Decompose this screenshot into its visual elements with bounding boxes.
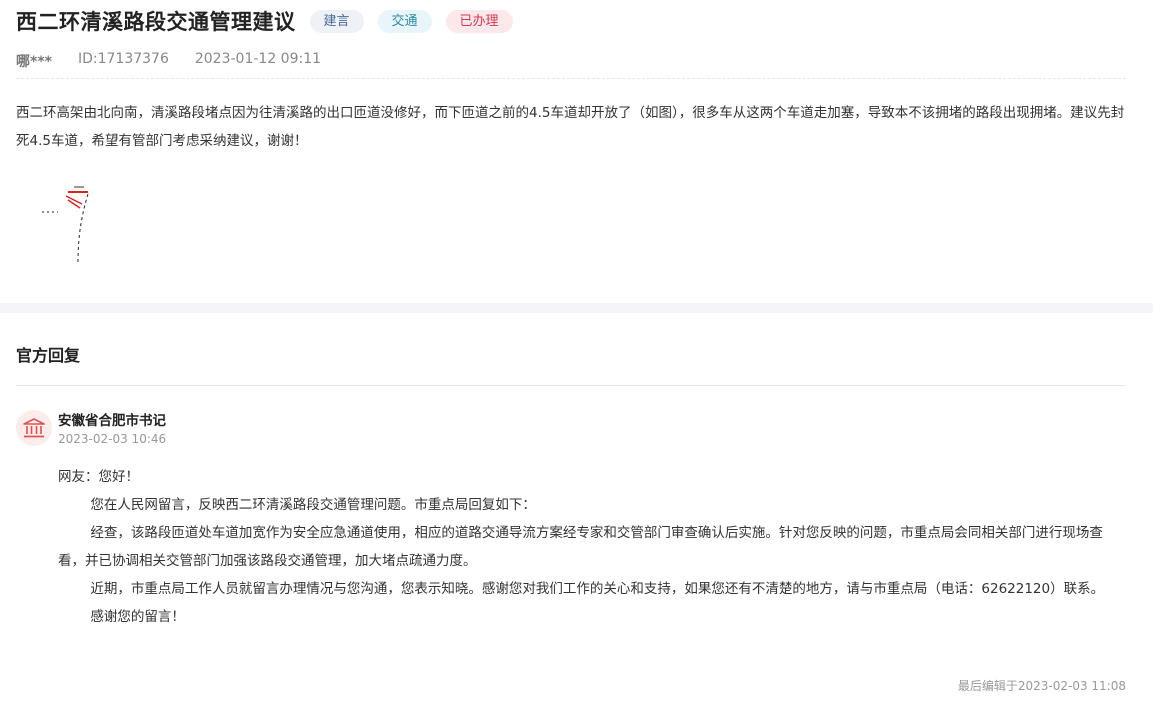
section-separator bbox=[0, 303, 1153, 313]
road-map-thumbnail bbox=[42, 186, 89, 263]
reply-paragraph: 您在人民网留言，反映西二环清溪路段交通管理问题。市重点局回复如下： bbox=[90, 497, 536, 513]
org-name: 安徽省合肥市书记 bbox=[58, 413, 166, 429]
tag-type[interactable]: 建言 bbox=[309, 9, 364, 33]
title-row: 西二环清溪路段交通管理建议 建言 交通 已办理 bbox=[16, 6, 513, 36]
reply-divider bbox=[16, 385, 1126, 386]
reply-greeting: 网友：您好！ bbox=[58, 469, 139, 485]
meta-divider bbox=[16, 78, 1126, 79]
reply-body: 网友：您好！ 您在人民网留言，反映西二环清溪路段交通管理问题。市重点局回复如下：… bbox=[58, 463, 1128, 631]
post-datetime: 2023-01-12 09:11 bbox=[194, 51, 322, 67]
post-id: ID:17137376 bbox=[77, 51, 169, 67]
org-avatar bbox=[16, 410, 52, 446]
reply-paragraph: 近期，市重点局工作人员就留言办理情况与您沟通，您表示知晓。感谢您对我们工作的关心… bbox=[90, 581, 1105, 597]
post-content: 西二环高架由北向南，清溪路段堵点因为往清溪路的出口匝道没修好，而下匝道之前的4.… bbox=[16, 105, 1125, 149]
government-building-icon bbox=[23, 418, 45, 438]
reply-time: 2023-02-03 10:46 bbox=[58, 432, 167, 446]
official-reply-section: 官方回复 安徽省合肥市书记 2023-02-03 10:46 网友：您好！ 您在… bbox=[0, 313, 1153, 704]
post-author: 哪*** bbox=[16, 54, 52, 70]
last-edited: 最后编辑于2023-02-03 11:08 bbox=[957, 679, 1126, 693]
tag-status: 已办理 bbox=[445, 9, 513, 33]
reply-heading: 官方回复 bbox=[16, 346, 81, 365]
post-meta: 哪*** ID:17137376 2023-01-12 09:11 bbox=[16, 51, 347, 71]
reply-paragraph: 经查，该路段匝道处车道加宽作为安全应急通道使用，相应的道路交通导流方案经专家和交… bbox=[58, 525, 1103, 569]
reply-paragraph: 感谢您的留言！ bbox=[90, 609, 185, 625]
post-photo[interactable] bbox=[38, 184, 94, 264]
tag-category[interactable]: 交通 bbox=[377, 9, 432, 33]
post-section: 西二环清溪路段交通管理建议 建言 交通 已办理 哪*** ID:17137376… bbox=[0, 0, 1153, 303]
post-title: 西二环清溪路段交通管理建议 bbox=[16, 10, 296, 34]
